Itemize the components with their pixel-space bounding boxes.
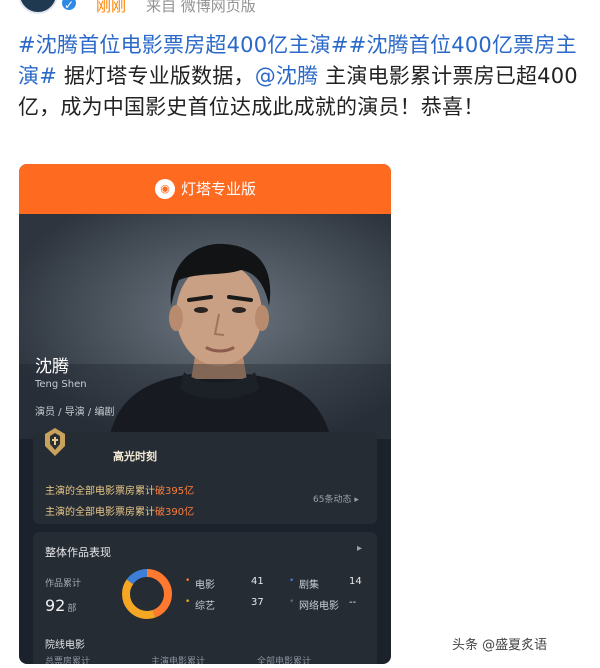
- app-header: ◉ 灯塔专业版: [19, 164, 391, 214]
- post-text: #沈腾首位电影票房超400亿主演##沈腾首位400亿票房主演# 据灯塔专业版数据…: [18, 30, 578, 123]
- dengta-card[interactable]: ◉ 灯塔专业版 沈腾 Teng Shen 演员 / 导演 / 编剧 高光时刻 主…: [19, 164, 391, 664]
- actor-hero: 沈腾 Teng Shen 演员 / 导演 / 编剧: [19, 214, 391, 439]
- highlight-line-label: 主演的全部电影票房累计: [45, 486, 155, 497]
- dengta-logo-icon: ◉: [155, 179, 175, 199]
- highlight-line: 主演的全部电影票房累计破390亿: [45, 503, 194, 518]
- total-works-unit: 部: [67, 604, 77, 614]
- category-name: 综艺: [195, 601, 215, 612]
- category-name: 剧集: [299, 580, 319, 591]
- actor-pinyin: Teng Shen: [35, 379, 87, 390]
- watermark-text: 头条 @盛夏炙语: [452, 638, 548, 653]
- category-count: 37: [251, 597, 264, 608]
- cinema-title: 院线电影: [45, 640, 85, 651]
- post-time: 刚刚: [96, 0, 127, 15]
- actor-roles: 演员 / 导演 / 编剧: [35, 407, 115, 418]
- total-works-label: 作品累计: [45, 579, 82, 589]
- cinema-sub-label: 总票房累计: [45, 657, 91, 664]
- post-body: 据灯塔专业版数据，: [57, 64, 255, 88]
- highlight-line-label: 主演的全部电影票房累计: [45, 507, 155, 518]
- category-name: 网络电影: [299, 601, 339, 612]
- works-donut-chart: [122, 569, 172, 619]
- total-works-number: 92: [45, 596, 66, 615]
- hashtag-link[interactable]: #沈腾首位电影票房超400亿主演#: [18, 33, 349, 57]
- cinema-sub-label: 主演电影累计: [151, 657, 206, 664]
- actor-name: 沈腾: [35, 357, 69, 377]
- app-title: 灯塔专业版: [181, 180, 257, 198]
- highlight-title: 高光时刻: [113, 450, 157, 463]
- category-count: --: [349, 597, 357, 608]
- category-count: 41: [251, 576, 264, 587]
- category-dot-icon: •: [289, 597, 295, 607]
- avatar[interactable]: [18, 0, 58, 14]
- category-dot-icon: •: [185, 597, 191, 607]
- category-dot-icon: •: [185, 576, 191, 586]
- more-updates-link[interactable]: 65条动态 ▸: [313, 492, 359, 505]
- highlight-line-value: 破390亿: [155, 507, 195, 518]
- category-dot-icon: •: [289, 576, 295, 586]
- chevron-right-icon[interactable]: ▸: [357, 543, 362, 554]
- cinema-sub-label: 全部电影累计: [257, 657, 312, 664]
- mention-link[interactable]: @沈腾: [255, 64, 319, 88]
- category-count: 14: [349, 576, 362, 587]
- works-title: 整体作品表现: [45, 546, 111, 559]
- highlight-line-value: 破395亿: [155, 486, 195, 497]
- post-source[interactable]: 来自 微博网页版: [146, 0, 256, 16]
- total-works-value: 92 部: [45, 596, 76, 615]
- post-meta: ✓ 刚刚 来自 微博网页版: [0, 0, 600, 16]
- verified-icon: ✓: [60, 0, 78, 12]
- trophy-badge-icon: [45, 428, 65, 456]
- highlight-line: 主演的全部电影票房累计破395亿: [45, 482, 194, 497]
- category-name: 电影: [195, 580, 215, 591]
